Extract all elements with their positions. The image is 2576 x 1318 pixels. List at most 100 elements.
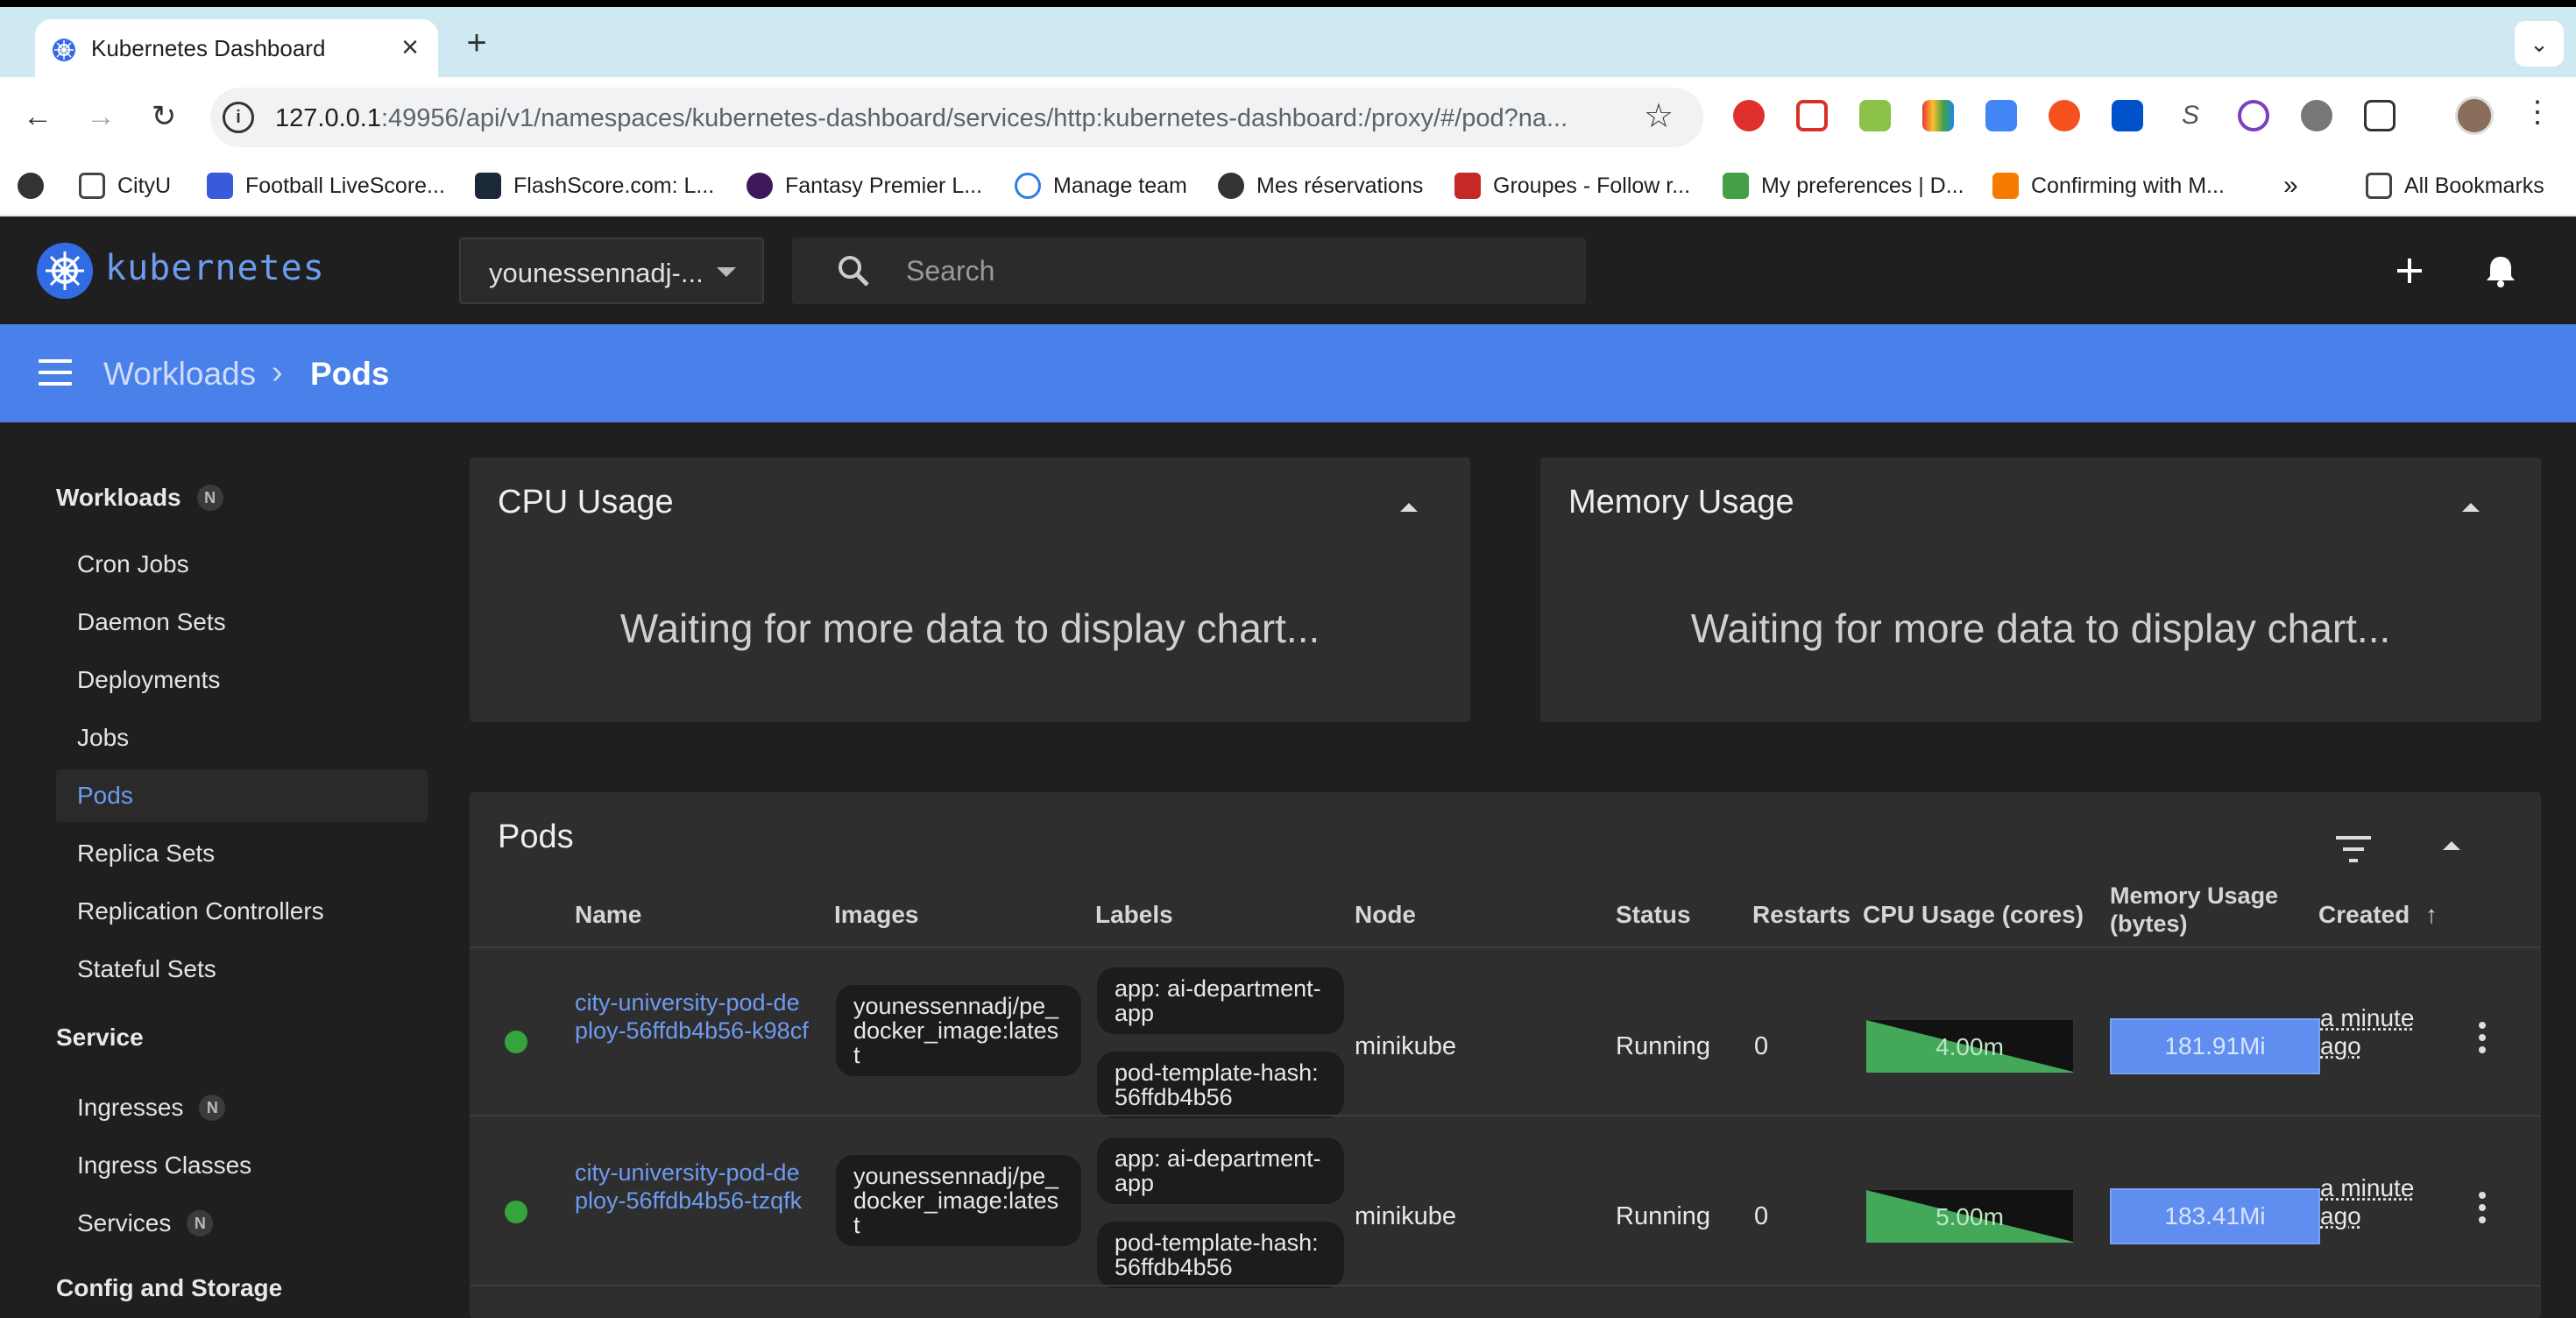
bookmark-label: Mes réservations [1256, 173, 1424, 198]
create-plus-icon[interactable] [2385, 246, 2434, 295]
col-header-status[interactable]: Status [1616, 901, 1691, 929]
filter-icon[interactable] [2334, 834, 2373, 864]
kubernetes-wordmark[interactable]: kubernetes [105, 248, 325, 288]
bookmark-label: Confirming with M... [2031, 173, 2225, 198]
cpu-usage-card: CPU Usage Waiting for more data to displ… [470, 457, 1470, 722]
sidebar-item-cron-jobs[interactable]: Cron Jobs [56, 538, 428, 591]
profile-avatar[interactable] [2455, 96, 2494, 135]
tab-title: Kubernetes Dashboard [91, 35, 326, 61]
star-icon [1015, 173, 1041, 199]
all-bookmarks[interactable]: All Bookmarks [2366, 170, 2544, 202]
bookmark-cityu[interactable]: CityU [79, 170, 171, 202]
football-icon [207, 173, 233, 199]
search-input[interactable] [906, 250, 1554, 292]
sidebar-section-workloads[interactable]: Workloads N [56, 484, 223, 512]
label-chip: pod-template-hash: 56ffdb4b56 [1097, 1052, 1344, 1118]
sidebar-item-pods[interactable]: Pods [56, 769, 428, 822]
adblock-extension-icon[interactable] [1733, 100, 1765, 131]
pod-name-link[interactable]: city-university-pod-deploy-56ffdb4b56-k9… [575, 988, 811, 1045]
row-divider [470, 1115, 2541, 1116]
forward-arrow-icon[interactable]: → [79, 95, 123, 138]
address-bar[interactable]: i 127.0.0.1:49956/api/v1/namespaces/kube… [210, 88, 1703, 147]
sidebar-item-deployments[interactable]: Deployments [56, 654, 428, 706]
browser-menu-icon[interactable]: ⋮ [2520, 95, 2555, 130]
menu-hamburger-icon[interactable] [39, 359, 72, 386]
bookmark-star-icon[interactable]: ☆ [1644, 96, 1674, 136]
namespace-selector[interactable]: younessennadj-... [459, 237, 764, 304]
namespaced-badge: N [196, 485, 223, 511]
tasks-extension-icon[interactable] [1859, 100, 1891, 131]
more-bookmarks-chevron-icon[interactable]: » [2283, 170, 2298, 202]
pizza-icon [1992, 173, 2019, 199]
notifications-bell-icon[interactable] [2476, 246, 2525, 295]
breadcrumb-workloads[interactable]: Workloads [103, 356, 256, 393]
col-header-name[interactable]: Name [575, 901, 641, 929]
folder-icon [79, 173, 105, 199]
sidebar-section-config-storage[interactable]: Config and Storage [56, 1274, 282, 1302]
cpu-value: 4.00m [1936, 1033, 2004, 1060]
grammarly-extension-icon[interactable] [2301, 100, 2332, 131]
sidebar-item-stateful-sets[interactable]: Stateful Sets [56, 943, 428, 996]
restarts-cell: 0 [1754, 1202, 1769, 1230]
bookmark-groupes[interactable]: Groupes - Follow r... [1454, 170, 1690, 202]
sort-ascending-arrow-icon: ↑ [2425, 901, 2438, 928]
row-actions-kebab-icon[interactable] [2469, 1192, 2495, 1234]
bookmark-manage-team[interactable]: Manage team [1015, 170, 1187, 202]
block-extension-icon[interactable] [2238, 100, 2269, 131]
breadcrumb-current: Pods [310, 356, 390, 392]
col-header-restarts[interactable]: Restarts [1752, 901, 1851, 929]
back-arrow-icon[interactable]: ← [16, 95, 60, 138]
collapse-caret-icon[interactable] [2462, 503, 2480, 512]
pod-name-link[interactable]: city-university-pod-deploy-56ffdb4b56-tz… [575, 1159, 811, 1215]
folder-icon [2366, 173, 2392, 199]
url-text[interactable]: 127.0.0.1:49956/api/v1/namespaces/kubern… [275, 104, 1642, 133]
color-extension-icon[interactable] [1922, 100, 1954, 131]
reload-icon[interactable]: ↻ [142, 95, 186, 138]
sidebar-item-ingresses[interactable]: Ingresses N [56, 1081, 428, 1134]
sidebar-item-replication-controllers[interactable]: Replication Controllers [56, 885, 428, 938]
browser-tab[interactable]: Kubernetes Dashboard × [35, 19, 438, 79]
sidebar-section-service[interactable]: Service [56, 1024, 144, 1052]
image-chip: younessennadj/pe_docker_image:latest [836, 1155, 1081, 1246]
breadcrumb-bar: Workloads › Pods [0, 324, 2576, 422]
flashscore-icon [475, 173, 501, 199]
bookmark-football-livescore[interactable]: Football LiveScore... [207, 170, 445, 202]
site-info-icon[interactable]: i [223, 102, 254, 133]
sidebar-item-services[interactable]: Services N [56, 1197, 428, 1250]
close-tab-icon[interactable]: × [393, 30, 428, 65]
sidebar-item-jobs[interactable]: Jobs [56, 712, 428, 764]
trello-extension-icon[interactable] [2112, 100, 2143, 131]
new-tab-button[interactable]: + [456, 23, 498, 65]
s-extension-icon[interactable]: S [2175, 100, 2206, 131]
bookmark-fantasy-premier[interactable]: Fantasy Premier L... [747, 170, 982, 202]
col-header-cpu: CPU Usage (cores) [1863, 901, 2084, 928]
row-actions-kebab-icon[interactable] [2469, 1022, 2495, 1064]
tab-search-chevron-icon[interactable]: ⌄ [2515, 21, 2564, 67]
collapse-caret-icon[interactable] [2443, 841, 2460, 850]
section-label: Workloads [56, 484, 181, 511]
gmail-extension-icon[interactable] [1796, 100, 1828, 131]
bookmark-label: Football LiveScore... [245, 173, 445, 198]
url-host: 127.0.0.1 [275, 104, 381, 132]
search-bar[interactable] [792, 237, 1586, 304]
bookmark-label: Fantasy Premier L... [785, 173, 983, 198]
translate-extension-icon[interactable] [1985, 100, 2017, 131]
bookmark-label: Groupes - Follow r... [1493, 173, 1691, 198]
sidebar-item-ingress-classes[interactable]: Ingress Classes [56, 1139, 428, 1192]
bookmark-mes-reservations[interactable]: Mes réservations [1218, 170, 1423, 202]
bookmark-flashscore[interactable]: FlashScore.com: L... [475, 170, 714, 202]
col-header-created[interactable]: Created ↑ [2318, 901, 2438, 929]
cpu-value: 5.00m [1936, 1203, 2004, 1230]
kubernetes-logo-icon[interactable] [37, 243, 93, 299]
bookmark-my-preferences[interactable]: My preferences | D... [1723, 170, 1964, 202]
col-header-node[interactable]: Node [1355, 901, 1416, 929]
collapse-caret-icon[interactable] [1400, 503, 1418, 512]
bookmark-confirming[interactable]: Confirming with M... [1992, 170, 2225, 202]
sidebar-item-replica-sets[interactable]: Replica Sets [56, 827, 428, 880]
sidebar-item-daemon-sets[interactable]: Daemon Sets [56, 596, 428, 648]
scholar-extension-icon[interactable] [2049, 100, 2080, 131]
extensions-puzzle-icon[interactable] [2364, 100, 2396, 131]
label-chip: app: ai-department-app [1097, 1137, 1344, 1204]
globe-bookmark-icon[interactable] [18, 170, 44, 202]
memory-usage-card: Memory Usage Waiting for more data to di… [1540, 457, 2541, 722]
